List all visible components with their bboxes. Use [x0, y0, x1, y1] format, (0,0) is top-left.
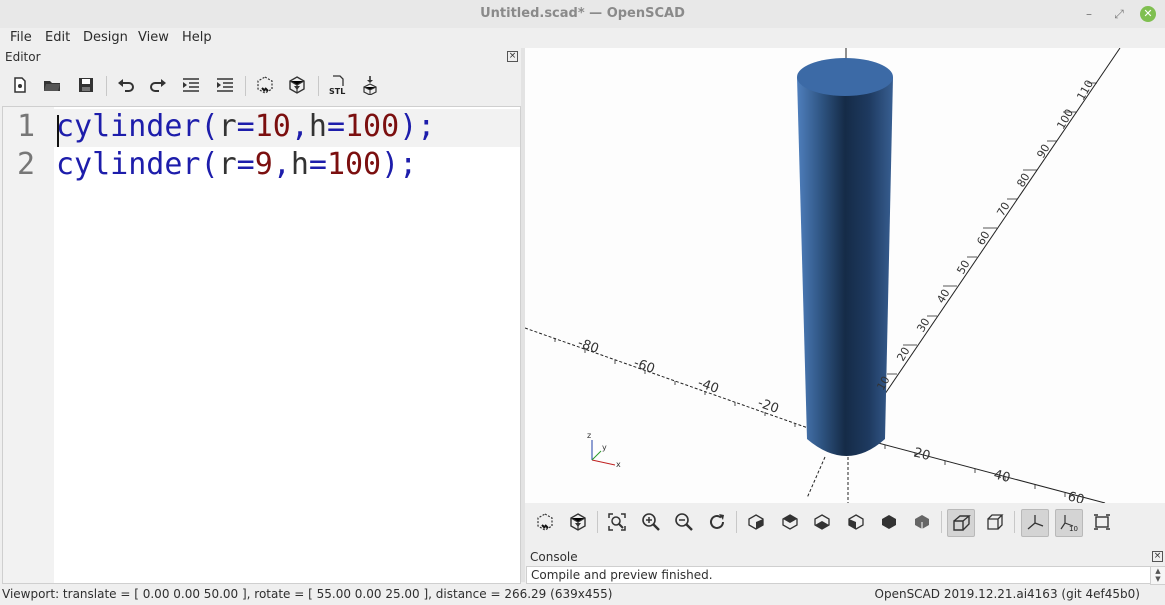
view-top-icon[interactable]	[777, 509, 803, 535]
show-edges-icon[interactable]	[1089, 509, 1115, 535]
y-tick-label: 70	[994, 200, 1012, 219]
save-icon[interactable]	[74, 73, 98, 97]
preview-icon[interactable]	[532, 509, 558, 535]
y-tick-label: 90	[1034, 142, 1052, 161]
view-front-icon[interactable]	[876, 509, 902, 535]
svg-text:STL: STL	[329, 87, 345, 95]
maximize-icon[interactable]: ⤢	[1111, 6, 1127, 22]
menu-help[interactable]: Help	[182, 30, 212, 45]
code-line-1[interactable]: cylinder(r=10,h=100);	[56, 109, 435, 144]
unindent-icon[interactable]	[179, 73, 203, 97]
code-editor[interactable]: 1 2 cylinder(r=10,h=100); cylinder(r=9,h…	[2, 106, 521, 584]
indent-icon[interactable]	[213, 73, 237, 97]
perspective-icon[interactable]	[947, 509, 975, 537]
view-all-icon[interactable]	[604, 509, 630, 535]
svg-text:x: x	[616, 460, 621, 469]
console-scrollbar[interactable]: ▲ ▼	[1150, 566, 1165, 585]
console-panel-title: Console	[530, 550, 578, 564]
title-bar: Untitled.scad* — OpenSCAD – ⤢ ✕	[0, 0, 1165, 29]
toolbar-separator	[1014, 511, 1015, 533]
x-tick-label: 20	[912, 445, 932, 464]
cylinder-model	[797, 58, 893, 456]
toolbar-separator	[245, 76, 246, 96]
line-number: 2	[17, 147, 36, 182]
text-cursor	[57, 115, 59, 147]
y-tick-label: 20	[894, 345, 912, 364]
y-tick-label: 110	[1074, 78, 1096, 103]
status-bar: Viewport: translate = [ 0.00 0.00 50.00 …	[0, 585, 1165, 605]
preview-icon[interactable]	[253, 73, 277, 97]
menu-view[interactable]: View	[138, 30, 169, 45]
zoom-in-icon[interactable]	[638, 509, 664, 535]
y-tick-label: 80	[1014, 171, 1032, 190]
zoom-out-icon[interactable]	[671, 509, 697, 535]
3d-viewport[interactable]: -80 -60 -40 -20 20 40 60 10 20 30 40 50 …	[525, 48, 1165, 503]
x-tick-label: -60	[632, 356, 657, 377]
version-label: OpenSCAD 2019.12.21.ai4163 (git 4ef45b0)	[874, 587, 1140, 601]
render-icon[interactable]	[285, 73, 309, 97]
toolbar-separator	[941, 511, 942, 533]
view-right-icon[interactable]	[743, 509, 769, 535]
code-line-2[interactable]: cylinder(r=9,h=100);	[56, 147, 417, 182]
y-tick-label: 30	[914, 316, 932, 335]
send-to-print-icon[interactable]	[358, 73, 382, 97]
undo-icon[interactable]	[114, 73, 138, 97]
export-stl-icon[interactable]: STL	[326, 73, 350, 97]
show-scale-icon[interactable]: 10	[1055, 509, 1083, 537]
console-output[interactable]: Compile and preview finished.	[526, 566, 1154, 584]
show-axes-icon[interactable]	[1021, 509, 1049, 537]
x-tick-label: 40	[992, 467, 1012, 486]
new-icon[interactable]	[8, 73, 32, 97]
viewport-status: Viewport: translate = [ 0.00 0.00 50.00 …	[2, 587, 613, 601]
menu-design[interactable]: Design	[83, 30, 128, 45]
view-back-icon[interactable]	[909, 509, 935, 535]
toolbar-separator	[597, 511, 598, 533]
editor-close-icon[interactable]: ×	[507, 51, 518, 62]
orthogonal-icon[interactable]	[982, 509, 1008, 535]
y-tick-label: 60	[974, 229, 992, 248]
editor-panel-title: Editor	[5, 50, 41, 64]
render-icon[interactable]	[565, 509, 591, 535]
y-tick-label: 50	[954, 258, 972, 277]
toolbar-separator	[736, 511, 737, 533]
redo-icon[interactable]	[146, 73, 170, 97]
toolbar-separator	[318, 76, 319, 96]
x-tick-label: 60	[1066, 489, 1086, 503]
axis-orientation-gizmo: z x y	[587, 431, 621, 469]
console-close-icon[interactable]: ×	[1152, 551, 1163, 562]
close-icon[interactable]: ✕	[1140, 6, 1156, 22]
window-title: Untitled.scad* — OpenSCAD	[480, 6, 685, 21]
y-tick-label: 100	[1054, 107, 1076, 132]
reset-view-icon[interactable]	[704, 509, 730, 535]
y-tick-label: 40	[934, 287, 952, 306]
menu-bar: File Edit Design View Help	[0, 28, 1165, 48]
x-tick-label: -20	[756, 396, 781, 417]
view-left-icon[interactable]	[843, 509, 869, 535]
toolbar-separator	[106, 76, 107, 96]
open-icon[interactable]	[40, 73, 64, 97]
x-tick-label: -40	[696, 376, 721, 397]
menu-edit[interactable]: Edit	[45, 30, 70, 45]
line-number: 1	[17, 109, 36, 144]
svg-text:z: z	[587, 431, 591, 440]
svg-text:10: 10	[1069, 525, 1078, 533]
view-bottom-icon[interactable]	[809, 509, 835, 535]
minimize-icon[interactable]: –	[1081, 6, 1097, 22]
menu-file[interactable]: File	[10, 30, 32, 45]
svg-text:y: y	[602, 443, 607, 452]
